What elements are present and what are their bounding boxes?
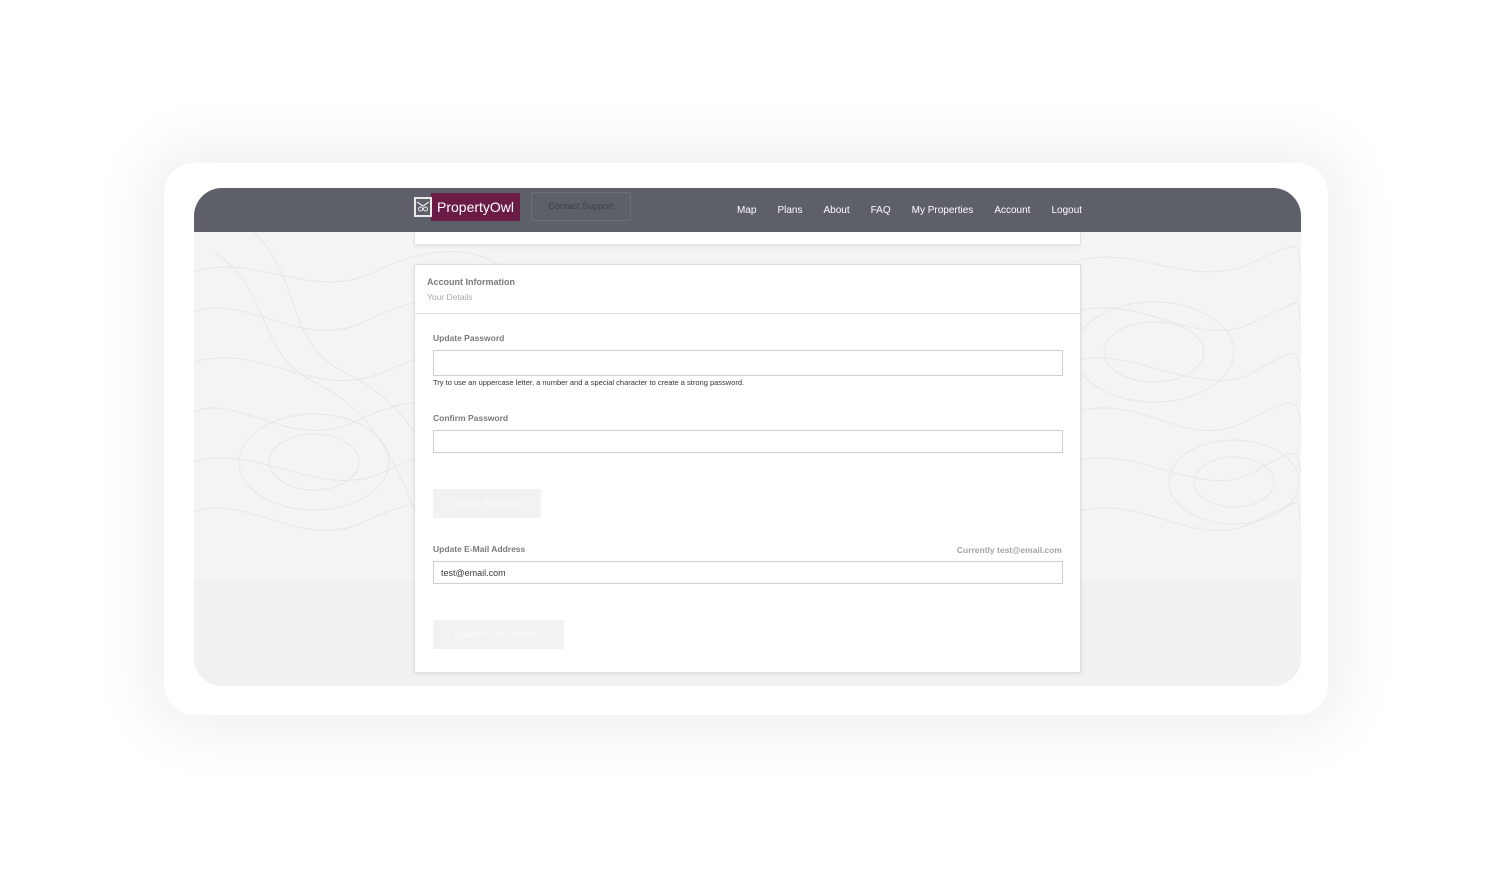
update-email-button[interactable]: Update E-Mail Address <box>433 620 564 649</box>
update-password-button[interactable]: Update Password <box>433 489 541 518</box>
brand-logo[interactable]: PropertyOwl <box>414 193 521 221</box>
main-nav: Map Plans About FAQ My Properties Accoun… <box>737 188 1082 232</box>
card-subtitle: Your Details <box>427 292 473 302</box>
contact-support-button[interactable]: Contact Support <box>531 192 631 221</box>
update-email-label: Update E-Mail Address <box>433 544 526 554</box>
owl-icon <box>414 197 432 217</box>
current-email-text: Currently test@email.com <box>956 545 1062 555</box>
top-navbar: PropertyOwl Contact Support Map Plans Ab… <box>194 188 1301 232</box>
nav-plans[interactable]: Plans <box>777 205 802 216</box>
update-password-input[interactable] <box>433 350 1063 376</box>
brand-name: PropertyOwl <box>431 193 521 221</box>
password-hint: Try to use an uppercase letter, a number… <box>433 378 745 387</box>
nav-map[interactable]: Map <box>737 205 756 216</box>
browser-viewport: PropertyOwl Contact Support Map Plans Ab… <box>194 188 1301 686</box>
previous-card-bottom <box>414 232 1081 245</box>
nav-logout[interactable]: Logout <box>1051 205 1082 216</box>
nav-about[interactable]: About <box>823 205 849 216</box>
nav-faq[interactable]: FAQ <box>871 205 891 216</box>
nav-my-properties[interactable]: My Properties <box>912 205 974 216</box>
card-header: Account Information Your Details <box>415 265 1080 314</box>
account-information-card: Account Information Your Details Update … <box>414 264 1081 673</box>
card-title: Account Information <box>427 277 515 287</box>
confirm-password-label: Confirm Password <box>433 413 509 423</box>
update-password-label: Update Password <box>433 333 505 343</box>
nav-account[interactable]: Account <box>994 205 1030 216</box>
confirm-password-input[interactable] <box>433 430 1063 453</box>
email-input[interactable]: test@email.com <box>433 561 1063 584</box>
